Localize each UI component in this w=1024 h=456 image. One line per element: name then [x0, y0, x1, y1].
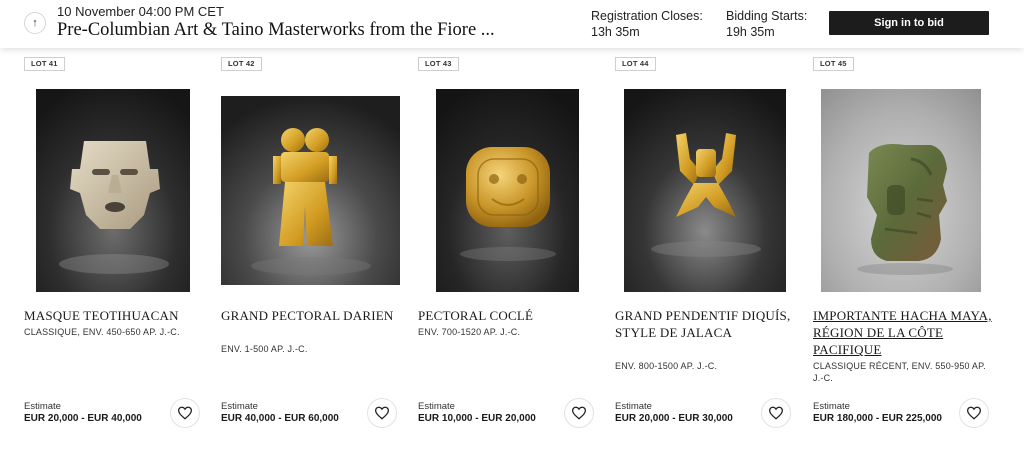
estimate-label: Estimate: [221, 401, 258, 412]
lot-number-badge: LOT 41: [24, 57, 65, 71]
lot-number-badge: LOT 45: [813, 57, 854, 71]
lot-subtitle: CLASSIQUE RÉCENT, ENV. 550-950 AP. J.-C.: [813, 361, 986, 383]
lot-subtitle: ENV. 1-500 AP. J.-C.: [221, 344, 308, 354]
estimate-label: Estimate: [615, 401, 652, 412]
lot-title[interactable]: GRAND PECTORAL DARIEN: [221, 307, 411, 324]
favorite-button[interactable]: [959, 398, 989, 428]
lot-title[interactable]: MASQUE TEOTIHUACAN: [24, 307, 214, 324]
estimate-label: Estimate: [813, 401, 850, 412]
registration-closes-value: 13h 35m: [591, 25, 640, 39]
estimate-value: EUR 10,000 - EUR 20,000: [418, 413, 536, 424]
arrow-up-icon: ↑: [32, 17, 38, 29]
heart-icon: [374, 406, 390, 420]
lot-card-44[interactable]: LOT 44 GRAND PENDENTIF DIQUÍS, STYLE DE …: [615, 48, 805, 456]
sign-in-to-bid-button[interactable]: Sign in to bid: [829, 11, 989, 35]
estimate-label: Estimate: [418, 401, 455, 412]
lot-title[interactable]: PECTORAL COCLÉ: [418, 307, 608, 324]
lot-number-badge: LOT 44: [615, 57, 656, 71]
favorite-button[interactable]: [564, 398, 594, 428]
lot-image-stone-mask[interactable]: [36, 89, 190, 292]
lot-number-badge: LOT 43: [418, 57, 459, 71]
lot-subtitle: ENV. 700-1520 AP. J.-C.: [418, 327, 521, 337]
lot-number-badge: LOT 42: [221, 57, 262, 71]
lot-image-green-stone-hacha[interactable]: [821, 89, 981, 292]
lot-image-gold-round-pectoral[interactable]: [436, 89, 579, 292]
bidding-starts-label: Bidding Starts:: [726, 9, 808, 23]
sale-title[interactable]: Pre-Columbian Art & Taino Masterworks fr…: [57, 20, 495, 41]
lot-card-42[interactable]: LOT 42 GRAND PECTORAL DARIEN ENV. 1-500 …: [221, 48, 411, 456]
lot-subtitle: ENV. 800-1500 AP. J.-C.: [615, 361, 718, 371]
lot-card-41[interactable]: LOT 41 MASQUE TEOTIHUACAN CLASSIQUE, ENV…: [24, 48, 214, 456]
lot-image-gold-darien-pectoral[interactable]: [221, 96, 400, 285]
lot-subtitle: CLASSIQUE, ENV. 450-650 AP. J.-C.: [24, 327, 180, 337]
heart-icon: [966, 406, 982, 420]
scroll-to-top-button[interactable]: ↑: [24, 12, 46, 34]
favorite-button[interactable]: [761, 398, 791, 428]
estimate-label: Estimate: [24, 401, 61, 412]
lot-title[interactable]: GRAND PENDENTIF DIQUÍS, STYLE DE JALACA: [615, 307, 805, 341]
estimate-value: EUR 40,000 - EUR 60,000: [221, 413, 339, 424]
registration-closes-label: Registration Closes:: [591, 9, 703, 23]
lot-card-45[interactable]: LOT 45 IMPORTANTE HACHA MAYA, RÉGION DE …: [813, 48, 1003, 456]
sale-date: 10 November 04:00 PM CET: [57, 4, 224, 19]
lot-image-gold-bird-pendant[interactable]: [624, 89, 786, 292]
sale-header: ↑ 10 November 04:00 PM CET Pre-Columbian…: [0, 0, 1024, 48]
favorite-button[interactable]: [170, 398, 200, 428]
heart-icon: [177, 406, 193, 420]
heart-icon: [768, 406, 784, 420]
estimate-value: EUR 20,000 - EUR 40,000: [24, 413, 142, 424]
heart-icon: [571, 406, 587, 420]
estimate-value: EUR 20,000 - EUR 30,000: [615, 413, 733, 424]
bidding-starts-value: 19h 35m: [726, 25, 775, 39]
lot-title[interactable]: IMPORTANTE HACHA MAYA, RÉGION DE LA CÔTE…: [813, 307, 1003, 358]
estimate-value: EUR 180,000 - EUR 225,000: [813, 413, 942, 424]
lot-card-43[interactable]: LOT 43 PECTORAL COCLÉ ENV. 700-1520 AP. …: [418, 48, 608, 456]
favorite-button[interactable]: [367, 398, 397, 428]
